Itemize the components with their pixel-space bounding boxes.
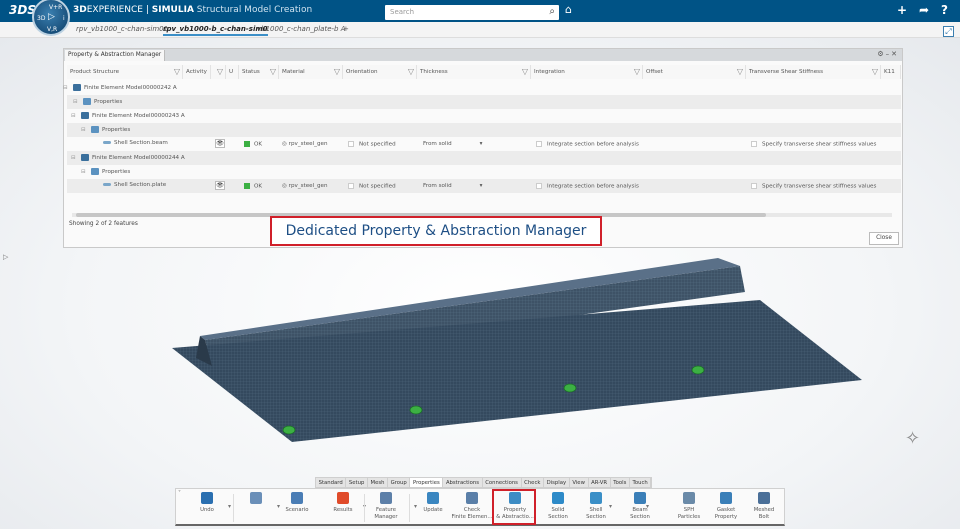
dropdown-arrow-icon[interactable]: ▾	[277, 503, 280, 510]
tool-label: Results	[333, 507, 353, 513]
compass-right: i	[63, 15, 65, 22]
tool-label-2: Property	[714, 513, 738, 520]
meshed-icon	[758, 492, 770, 504]
tool-label: Undo	[200, 507, 214, 513]
tool-label: Solid	[551, 507, 565, 513]
toolbar-tab-properties[interactable]: Properties	[410, 478, 444, 487]
bolt-1	[282, 425, 296, 435]
tool-meshed-button[interactable]: Meshed Bolt	[742, 492, 786, 520]
bolt-3	[563, 383, 577, 393]
tool-label-2: Bolt	[758, 513, 770, 520]
tool-label: Shell	[589, 507, 603, 513]
dropdown-arrow-icon[interactable]: ▾	[646, 503, 649, 510]
check-icon	[466, 492, 478, 504]
sph-icon	[683, 492, 695, 504]
triad-icon[interactable]: ✧	[905, 428, 920, 449]
tool-label: Check	[463, 507, 481, 513]
toolbar-tab-ar-vr[interactable]: AR-VR	[589, 478, 611, 487]
tool-scenario-button[interactable]: Scenario	[275, 492, 319, 514]
tool-label-2: Section	[548, 513, 568, 520]
update-icon	[427, 492, 439, 504]
action-bar-tabs: Standard Setup Mesh Group Properties Abstract…	[315, 477, 653, 488]
tool-label: Update	[423, 507, 443, 513]
tool-update-button[interactable]: Update	[411, 492, 455, 514]
tool-label: Gasket	[716, 507, 736, 513]
tool-label-2: Particles	[677, 513, 701, 520]
feature-icon	[380, 492, 392, 504]
toolbar-tab-mesh[interactable]: Mesh	[368, 478, 389, 487]
toolbar-tab-tools[interactable]: Tools	[611, 478, 630, 487]
tool-label-2: Finite Elemen...	[451, 513, 493, 520]
tool-check-button[interactable]: Check Finite Elemen...	[450, 492, 494, 520]
dropdown-arrow-icon[interactable]: ▾	[414, 503, 417, 510]
mesh-model[interactable]	[0, 0, 960, 529]
toolbar-separator	[233, 494, 234, 522]
tool-feature-button[interactable]: Feature Manager	[364, 492, 408, 520]
toolbar-tab-connections[interactable]: Connections	[483, 478, 522, 487]
tool-label: Meshed	[753, 507, 775, 513]
toolbar-tab-check[interactable]: Check	[522, 478, 545, 487]
tool-label: SPH	[683, 507, 695, 513]
shell-icon	[590, 492, 602, 504]
gasket-icon	[720, 492, 732, 504]
bolt-2	[409, 405, 423, 415]
toolbar-tab-group[interactable]: Group	[388, 478, 411, 487]
toolbar-separator	[409, 494, 410, 522]
compass-left: 3D	[37, 15, 46, 22]
bolt-4	[691, 365, 705, 375]
compass-bottom: V,R	[47, 26, 58, 33]
part-icon	[250, 492, 262, 504]
undo-icon	[201, 492, 213, 504]
highlight-box	[492, 489, 536, 525]
tool-beam-button[interactable]: Beam Section	[618, 492, 662, 520]
scenario-icon	[291, 492, 303, 504]
toolbar-tab-display[interactable]: Display	[544, 478, 570, 487]
collapse-icon[interactable]: ˅	[178, 490, 181, 497]
solid-icon	[552, 492, 564, 504]
results-icon	[337, 492, 349, 504]
action-bar: ˅ Undo Scenario Results Feature Manager Updat…	[175, 488, 785, 526]
toolbar-tab-abstractions[interactable]: Abstractions	[443, 478, 483, 487]
tool-results-button[interactable]: Results	[321, 492, 365, 514]
toolbar-tab-standard[interactable]: Standard	[316, 478, 347, 487]
toolbar-tab-touch[interactable]: Touch	[630, 478, 652, 487]
play-icon[interactable]: ▷	[48, 12, 55, 22]
tool-part-button[interactable]	[234, 492, 278, 514]
tool-label: Scenario	[285, 507, 309, 513]
tool-label-2: Manager	[374, 513, 398, 520]
dropdown-arrow-icon[interactable]: ▾	[609, 503, 612, 510]
tool-label: Feature	[375, 507, 397, 513]
toolbar-tab-view[interactable]: View	[570, 478, 589, 487]
toolbar-separator	[364, 494, 365, 522]
compass-top: V+R	[49, 4, 63, 11]
beam-icon	[634, 492, 646, 504]
toolbar-tab-setup[interactable]: Setup	[346, 478, 368, 487]
tool-label-2: Section	[586, 513, 606, 520]
tool-label-2: Section	[630, 513, 650, 520]
dropdown-arrow-icon[interactable]: ▾	[228, 503, 231, 510]
tool-undo-button[interactable]: Undo	[185, 492, 229, 514]
